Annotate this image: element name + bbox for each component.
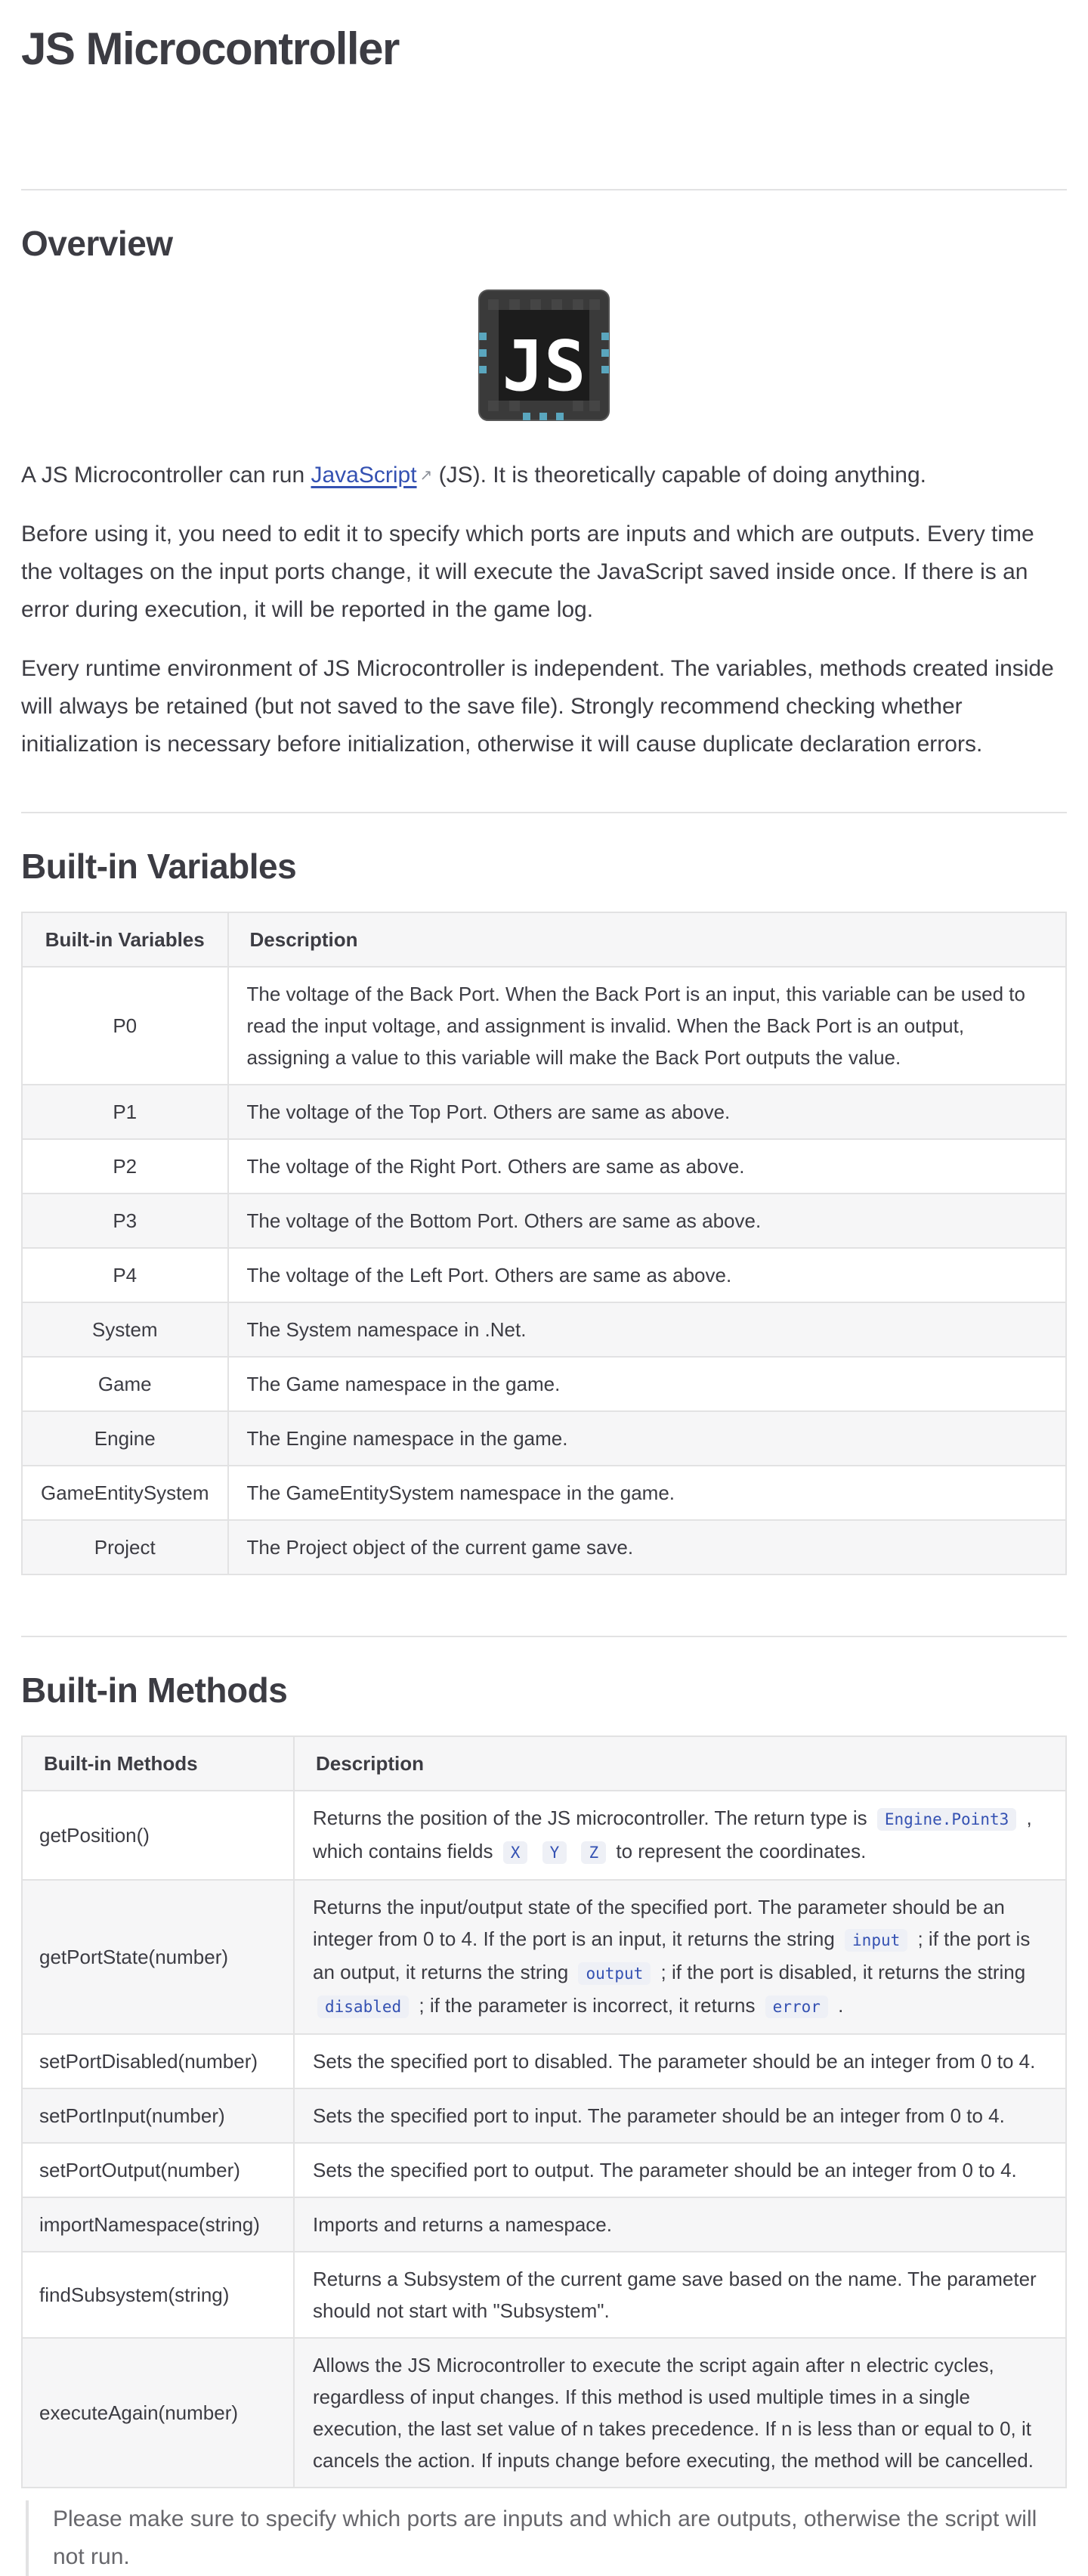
method-description: Sets the specified port to input. The pa…	[293, 2088, 1067, 2144]
table-row: setPortOutput(number) Sets the specified …	[21, 2142, 1067, 2198]
table-row: P0 The voltage of the Back Port. When the…	[21, 966, 1068, 1085]
variable-description: The voltage of the Top Port. Others are …	[227, 1084, 1068, 1140]
table-row: getPortState(number) Returns the input/o…	[21, 1879, 1067, 2035]
variable-name: P0	[21, 966, 229, 1085]
variable-name: P2	[21, 1138, 229, 1194]
table-row: System The System namespace in .Net.	[21, 1302, 1068, 1358]
inline-code: Z	[581, 1841, 607, 1864]
variable-name: Engine	[21, 1410, 229, 1466]
method-description: Returns a Subsystem of the current game …	[293, 2251, 1067, 2339]
method-name: findSubsystem(string)	[21, 2251, 295, 2339]
builtin-variables-heading: Built-in Variables	[21, 847, 297, 886]
method-name: setPortOutput(number)	[21, 2142, 295, 2198]
logo-container: JS	[21, 287, 1067, 423]
variable-description: The Engine namespace in the game.	[227, 1410, 1068, 1466]
table-row: executeAgain(number) Allows the JS Microc…	[21, 2337, 1067, 2488]
column-header: Description	[227, 912, 1068, 968]
table-row: P2 The voltage of the Right Port. Others …	[21, 1138, 1068, 1194]
tip-blockquote: Please make sure to specify which ports …	[26, 2500, 1067, 2576]
method-description: Returns the position of the JS microcont…	[293, 1790, 1067, 1881]
method-name: getPortState(number)	[21, 1879, 295, 2035]
method-name: setPortInput(number)	[21, 2088, 295, 2144]
inline-code: Y	[542, 1841, 567, 1864]
table-row: GameEntitySystem The GameEntitySystem nam…	[21, 1465, 1068, 1521]
inline-code: Engine.Point3	[876, 1808, 1017, 1831]
js-microcontroller-logo-icon: JS	[478, 289, 610, 421]
table-row: Game The Game namespace in the game.	[21, 1356, 1068, 1412]
variable-description: The voltage of the Left Port. Others are…	[227, 1247, 1068, 1303]
variable-name: P4	[21, 1247, 229, 1303]
method-name: getPosition()	[21, 1790, 295, 1881]
table-row: P1 The voltage of the Top Port. Others ar…	[21, 1084, 1068, 1140]
method-description: Returns the input/output state of the sp…	[293, 1879, 1067, 2035]
method-description: Imports and returns a namespace.	[293, 2197, 1067, 2252]
method-name: executeAgain(number)	[21, 2337, 295, 2488]
builtin-methods-table: Built-in Methods Description getPosition…	[21, 1735, 1067, 2488]
column-header: Built-in Methods	[21, 1735, 295, 1791]
table-row: Project The Project object of the current…	[21, 1519, 1068, 1575]
overview-paragraph-1: A JS Microcontroller can run JavaScript ↗…	[21, 463, 926, 488]
variable-name: P3	[21, 1193, 229, 1249]
variable-name: System	[21, 1302, 229, 1358]
external-link-icon: ↗	[419, 467, 433, 484]
inline-code: error	[765, 1995, 828, 2018]
variable-description: The voltage of the Bottom Port. Others a…	[227, 1193, 1068, 1249]
variable-description: The System namespace in .Net.	[227, 1302, 1068, 1358]
inline-code: X	[502, 1841, 528, 1864]
inline-code: disabled	[317, 1995, 410, 2018]
table-row: setPortDisabled(number) Sets the specifie…	[21, 2033, 1067, 2089]
inline-code: input	[845, 1929, 908, 1952]
builtin-methods-heading: Built-in Methods	[21, 1670, 288, 1710]
table-row: P4 The voltage of the Left Port. Others a…	[21, 1247, 1068, 1303]
variable-description: The voltage of the Back Port. When the B…	[227, 966, 1068, 1085]
variable-name: Project	[21, 1519, 229, 1575]
variable-name: GameEntitySystem	[21, 1465, 229, 1521]
variable-description: The Game namespace in the game.	[227, 1356, 1068, 1412]
variable-description: The Project object of the current game s…	[227, 1519, 1068, 1575]
column-header: Description	[293, 1735, 1067, 1791]
method-description: Allows the JS Microcontroller to execute…	[293, 2337, 1067, 2488]
table-row: getPosition() Returns the position of th…	[21, 1790, 1067, 1881]
table-row: Engine The Engine namespace in the game.	[21, 1410, 1068, 1466]
document-page: JS Microcontroller Overview JS A JS Micr…	[0, 0, 1088, 2576]
inline-code: output	[578, 1962, 651, 1985]
page-title: JS Microcontroller	[21, 23, 400, 74]
builtin-variables-table: Built-in Variables Description P0 The vol…	[21, 912, 1068, 1575]
table-row: findSubsystem(string) Returns a Subsystem…	[21, 2251, 1067, 2339]
column-header: Built-in Variables	[21, 912, 229, 968]
variable-description: The voltage of the Right Port. Others ar…	[227, 1138, 1068, 1194]
javascript-link[interactable]: JavaScript	[311, 463, 416, 488]
method-description: Sets the specified port to output. The p…	[293, 2142, 1067, 2198]
overview-paragraph-2: Before using it, you need to edit it to …	[21, 522, 1034, 622]
method-name: setPortDisabled(number)	[21, 2033, 295, 2089]
table-header-row: Built-in Variables Description	[21, 912, 1068, 968]
table-row: P3 The voltage of the Bottom Port. Others…	[21, 1193, 1068, 1249]
variable-name: Game	[21, 1356, 229, 1412]
overview-paragraph-3: Every runtime environment of JS Microcon…	[21, 656, 1054, 757]
method-description: Sets the specified port to disabled. The…	[293, 2033, 1067, 2089]
table-header-row: Built-in Methods Description	[21, 1735, 1067, 1791]
logo-text: JS	[502, 326, 586, 407]
table-row: setPortInput(number) Sets the specified p…	[21, 2088, 1067, 2144]
variable-description: The GameEntitySystem namespace in the ga…	[227, 1465, 1068, 1521]
variable-name: P1	[21, 1084, 229, 1140]
overview-heading: Overview	[21, 224, 173, 263]
method-name: importNamespace(string)	[21, 2197, 295, 2252]
table-row: importNamespace(string) Imports and retur…	[21, 2197, 1067, 2252]
